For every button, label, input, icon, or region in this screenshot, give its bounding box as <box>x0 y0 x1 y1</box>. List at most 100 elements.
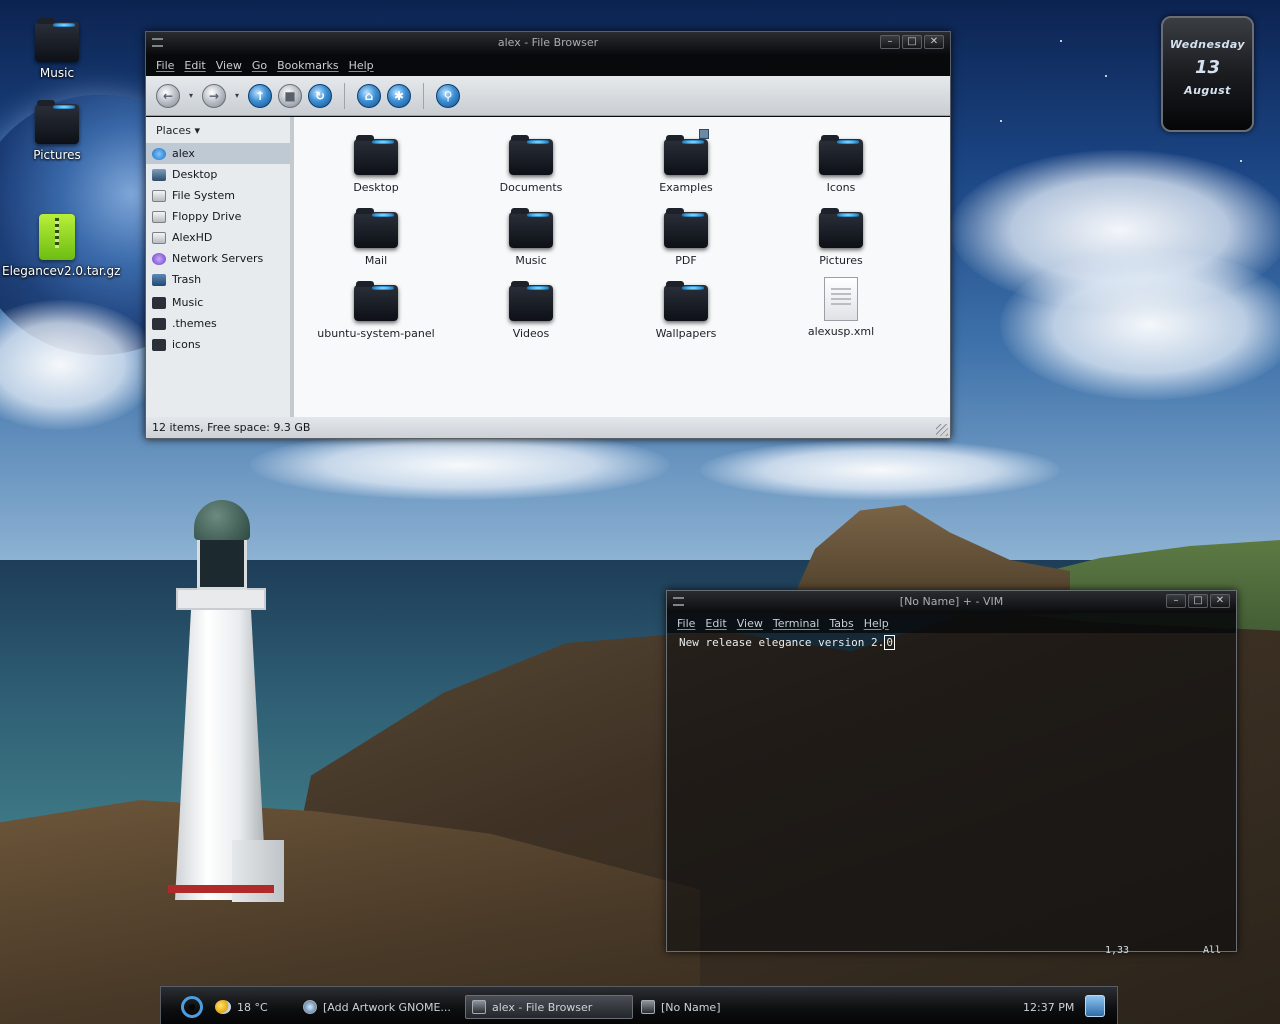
file-item-icons[interactable]: Icons <box>771 135 911 194</box>
sidebar-item-label: alex <box>172 147 195 160</box>
lighthouse-stripe <box>168 885 274 893</box>
file-item-pictures[interactable]: Pictures <box>771 208 911 267</box>
minimize-button[interactable]: – <box>880 35 900 49</box>
vim-titlebar[interactable]: [No Name] + - VIM – □ ✕ <box>667 591 1236 613</box>
home-icon[interactable]: ⌂ <box>357 83 381 108</box>
menu-file[interactable]: File <box>156 59 174 72</box>
menu-view[interactable]: View <box>216 59 242 72</box>
sidebar-item-themes[interactable]: .themes <box>146 313 290 334</box>
task-vim[interactable]: [No Name] <box>635 995 727 1019</box>
task-label: [Add Artwork GNOME... <box>323 1000 451 1014</box>
dark-folder-icon <box>35 100 79 144</box>
task-add-artwork[interactable]: [Add Artwork GNOME... <box>297 995 457 1019</box>
dark-folder-icon <box>819 135 863 175</box>
vim-cursor-position: 1,33 <box>1105 945 1130 956</box>
file-item-wallpapers[interactable]: Wallpapers <box>616 281 756 340</box>
vim-scroll-indicator: All <box>1203 945 1222 956</box>
dark-folder-icon <box>354 281 398 321</box>
ubuntu-logo-icon <box>181 996 203 1018</box>
file-item-mail[interactable]: Mail <box>306 208 446 267</box>
toolbar-separator <box>344 82 345 109</box>
weather-applet[interactable]: 18 °C <box>209 995 274 1019</box>
menu-help[interactable]: Help <box>864 617 889 630</box>
vim-menubar: File Edit View Terminal Tabs Help <box>667 613 1236 633</box>
file-browser-statusbar: 12 items, Free space: 9.3 GB <box>146 417 950 438</box>
file-item-label: Music <box>515 254 547 267</box>
file-item-documents[interactable]: Documents <box>461 135 601 194</box>
file-item-label: Desktop <box>353 181 399 194</box>
reload-icon[interactable]: ↻ <box>308 83 332 108</box>
forward-history-dropdown[interactable]: ▾ <box>232 91 242 100</box>
minimize-button[interactable]: – <box>1166 594 1186 608</box>
file-item-music[interactable]: Music <box>461 208 601 267</box>
vim-buffer-text: New release elegance version 2. <box>679 636 885 649</box>
desktop-icon-music[interactable]: Music <box>2 18 112 80</box>
sidebar-item-alexhd[interactable]: AlexHD <box>146 227 290 248</box>
main-menu-button[interactable] <box>175 995 209 1019</box>
up-icon[interactable]: ↑ <box>248 83 272 108</box>
file-item-label: PDF <box>675 254 697 267</box>
sidebar-item-trash[interactable]: Trash <box>146 269 290 290</box>
menu-go[interactable]: Go <box>252 59 267 72</box>
sidebar-item-desktop[interactable]: Desktop <box>146 164 290 185</box>
menu-view[interactable]: View <box>737 617 763 630</box>
folder-icon <box>152 296 166 309</box>
file-item-label: ubuntu-system-panel <box>317 327 435 340</box>
menu-edit[interactable]: Edit <box>705 617 726 630</box>
lighthouse-gallery <box>176 588 266 610</box>
sidebar-item-music[interactable]: Music <box>146 292 290 313</box>
menu-tabs[interactable]: Tabs <box>829 617 853 630</box>
wallpaper-cloud <box>250 430 670 500</box>
file-item-label: Documents <box>499 181 563 194</box>
vim-editor-area[interactable]: New release elegance version 2. 0 <box>667 633 1236 652</box>
menu-terminal[interactable]: Terminal <box>773 617 820 630</box>
sidebar-item-floppy[interactable]: Floppy Drive <box>146 206 290 227</box>
file-item-videos[interactable]: Videos <box>461 281 601 340</box>
back-history-dropdown[interactable]: ▾ <box>186 91 196 100</box>
forward-icon[interactable]: → <box>202 83 226 108</box>
sidebar-item-icons[interactable]: icons <box>146 334 290 355</box>
menu-bookmarks[interactable]: Bookmarks <box>277 59 338 72</box>
window-menu-icon[interactable] <box>152 38 163 47</box>
dark-folder-icon <box>664 208 708 248</box>
task-file-browser[interactable]: alex - File Browser <box>465 995 633 1019</box>
computer-icon[interactable]: ✱ <box>387 83 411 108</box>
maximize-button[interactable]: □ <box>1188 594 1208 608</box>
file-item-alexusp-xml[interactable]: alexusp.xml <box>771 277 911 338</box>
menu-help[interactable]: Help <box>349 59 374 72</box>
desktop-icon-pictures[interactable]: Pictures <box>2 100 112 162</box>
clock-time: 12:37 PM <box>1023 1000 1075 1014</box>
window-menu-icon[interactable] <box>673 597 684 606</box>
wallpaper-star <box>1000 120 1002 122</box>
close-button[interactable]: ✕ <box>1210 594 1230 608</box>
sidebar-item-label: AlexHD <box>172 231 213 244</box>
back-icon[interactable]: ← <box>156 83 180 108</box>
sidebar-item-label: Music <box>172 296 204 309</box>
file-view: Desktop Documents Examples Icons Mail Mu… <box>294 117 950 419</box>
resize-grip[interactable] <box>936 424 948 436</box>
desktop-icon-archive[interactable]: Elegancev2.0.tar.gz <box>2 214 120 278</box>
trash-applet-icon[interactable] <box>1085 995 1105 1017</box>
file-browser-titlebar[interactable]: alex - File Browser – □ ✕ <box>146 32 950 54</box>
maximize-button[interactable]: □ <box>902 35 922 49</box>
drive-icon <box>152 189 166 202</box>
dark-folder-icon <box>819 208 863 248</box>
stop-icon[interactable]: ■ <box>278 83 302 108</box>
sidebar-item-file-system[interactable]: File System <box>146 185 290 206</box>
vim-cursor: 0 <box>884 635 895 650</box>
sidebar-item-label: Desktop <box>172 168 218 181</box>
menu-file[interactable]: File <box>677 617 695 630</box>
file-item-ubuntu-system-panel[interactable]: ubuntu-system-panel <box>306 281 446 340</box>
sidebar-item-alex[interactable]: alex <box>146 143 290 164</box>
search-icon[interactable]: ⚲ <box>436 83 460 108</box>
menu-edit[interactable]: Edit <box>184 59 205 72</box>
file-browser-icon <box>472 1000 486 1014</box>
file-item-desktop[interactable]: Desktop <box>306 135 446 194</box>
sidebar-item-network-servers[interactable]: Network Servers <box>146 248 290 269</box>
close-button[interactable]: ✕ <box>924 35 944 49</box>
clock-applet[interactable]: 12:37 PM <box>1017 995 1080 1019</box>
window-title: alex - File Browser <box>497 36 599 49</box>
file-item-examples[interactable]: Examples <box>616 129 756 194</box>
places-dropdown[interactable]: Places ▾ <box>146 121 290 143</box>
file-item-pdf[interactable]: PDF <box>616 208 756 267</box>
